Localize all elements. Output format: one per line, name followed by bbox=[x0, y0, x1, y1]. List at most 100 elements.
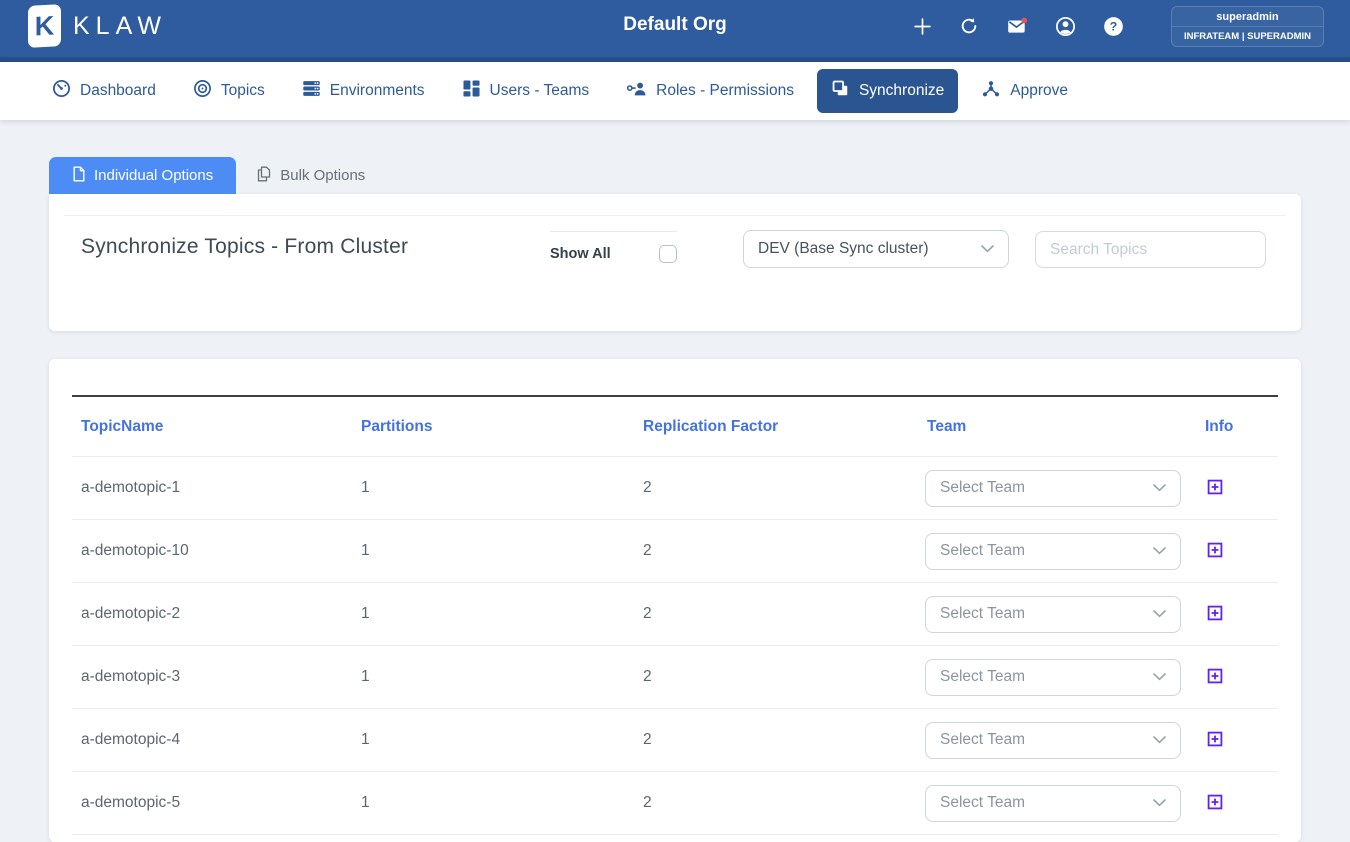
table-row: a-demotopic-3 1 2 Select Team bbox=[72, 646, 1278, 709]
notification-dot bbox=[1021, 18, 1027, 24]
mail-icon[interactable] bbox=[1006, 16, 1028, 36]
add-icon[interactable] bbox=[913, 17, 932, 36]
topic-name-cell: a-demotopic-3 bbox=[72, 668, 361, 686]
menu-label: Synchronize bbox=[859, 82, 944, 100]
topic-name-cell: a-demotopic-10 bbox=[72, 542, 361, 560]
team-select[interactable]: Select Team bbox=[925, 470, 1181, 507]
column-header-info: Info bbox=[1205, 418, 1278, 436]
replication-factor-cell: 2 bbox=[643, 731, 927, 749]
main-content: Individual Options Bulk Options Synchron… bbox=[0, 120, 1350, 842]
tab-bulk-options[interactable]: Bulk Options bbox=[236, 157, 385, 194]
column-header-partitions: Partitions bbox=[361, 418, 643, 436]
menu-item-environments[interactable]: Environments bbox=[288, 69, 439, 113]
add-square-icon[interactable] bbox=[1205, 792, 1225, 812]
profile-icon[interactable] bbox=[1055, 16, 1076, 37]
table-row: a-demotopic-5 1 2 Select Team bbox=[72, 772, 1278, 835]
menu-item-roles-permissions[interactable]: Roles - Permissions bbox=[612, 70, 808, 112]
svg-text:?: ? bbox=[1110, 19, 1117, 33]
team-role: INFRATEAM | SUPERADMIN bbox=[1172, 26, 1323, 46]
menu-item-synchronize[interactable]: Synchronize bbox=[817, 69, 958, 113]
team-select-placeholder: Select Team bbox=[940, 794, 1025, 812]
approve-icon bbox=[981, 80, 1001, 103]
username: superadmin bbox=[1172, 7, 1323, 26]
chevron-down-icon bbox=[1153, 605, 1166, 623]
topics-table-card: TopicName Partitions Replication Factor … bbox=[49, 359, 1301, 842]
team-select[interactable]: Select Team bbox=[925, 659, 1181, 696]
partitions-cell: 1 bbox=[361, 542, 643, 560]
add-square-icon[interactable] bbox=[1205, 666, 1225, 686]
add-square-icon[interactable] bbox=[1205, 603, 1225, 623]
team-select-placeholder: Select Team bbox=[940, 479, 1025, 497]
chevron-down-icon bbox=[981, 240, 994, 258]
dashboard-icon bbox=[52, 79, 71, 103]
chevron-down-icon bbox=[1153, 542, 1166, 560]
chevron-down-icon bbox=[1153, 794, 1166, 812]
document-icon bbox=[72, 166, 86, 186]
tab-label: Bulk Options bbox=[280, 167, 365, 184]
filters-card: Synchronize Topics - From Cluster Show A… bbox=[49, 194, 1301, 331]
add-square-icon[interactable] bbox=[1205, 477, 1225, 497]
top-navbar: K KLAW Default Org bbox=[0, 0, 1350, 62]
add-square-icon[interactable] bbox=[1205, 729, 1225, 749]
menu-label: Roles - Permissions bbox=[656, 82, 794, 100]
team-select-placeholder: Select Team bbox=[940, 668, 1025, 686]
topics-icon bbox=[193, 79, 212, 103]
help-icon[interactable]: ? bbox=[1103, 16, 1124, 37]
cluster-select[interactable]: DEV (Base Sync cluster) bbox=[743, 230, 1009, 268]
team-select-placeholder: Select Team bbox=[940, 542, 1025, 560]
add-square-icon[interactable] bbox=[1205, 540, 1225, 560]
main-menu: Dashboard Topics Environments bbox=[0, 62, 1350, 120]
column-header-replication-factor: Replication Factor bbox=[643, 418, 927, 436]
team-select[interactable]: Select Team bbox=[925, 785, 1181, 822]
brand[interactable]: K KLAW bbox=[28, 5, 167, 47]
topic-name-cell: a-demotopic-1 bbox=[72, 479, 361, 497]
team-select-placeholder: Select Team bbox=[940, 731, 1025, 749]
search-topics-input[interactable] bbox=[1035, 231, 1266, 268]
users-teams-icon bbox=[462, 79, 481, 103]
team-select[interactable]: Select Team bbox=[925, 533, 1181, 570]
synchronize-icon bbox=[831, 79, 850, 103]
user-info-box[interactable]: superadmin INFRATEAM | SUPERADMIN bbox=[1171, 6, 1324, 47]
chevron-down-icon bbox=[1153, 668, 1166, 686]
team-select[interactable]: Select Team bbox=[925, 596, 1181, 633]
roles-permissions-icon bbox=[626, 80, 647, 102]
team-select[interactable]: Select Team bbox=[925, 722, 1181, 759]
menu-item-topics[interactable]: Topics bbox=[179, 69, 279, 113]
top-actions: ? superadmin INFRATEAM | SUPERADMIN bbox=[913, 6, 1324, 47]
show-all-group: Show All bbox=[550, 231, 677, 263]
chevron-down-icon bbox=[1153, 479, 1166, 497]
environments-icon bbox=[302, 79, 321, 103]
column-header-team: Team bbox=[927, 418, 1205, 436]
partitions-cell: 1 bbox=[361, 794, 643, 812]
documents-icon bbox=[256, 166, 272, 186]
menu-label: Approve bbox=[1010, 82, 1068, 100]
replication-factor-cell: 2 bbox=[643, 668, 927, 686]
menu-label: Environments bbox=[330, 82, 425, 100]
partitions-cell: 1 bbox=[361, 605, 643, 623]
topic-name-cell: a-demotopic-4 bbox=[72, 731, 361, 749]
sync-tabs: Individual Options Bulk Options bbox=[49, 157, 1301, 194]
show-all-label: Show All bbox=[550, 246, 611, 262]
partitions-cell: 1 bbox=[361, 668, 643, 686]
partitions-cell: 1 bbox=[361, 479, 643, 497]
table-row: a-demotopic-4 1 2 Select Team bbox=[72, 709, 1278, 772]
tab-individual-options[interactable]: Individual Options bbox=[49, 157, 236, 194]
chevron-down-icon bbox=[1153, 731, 1166, 749]
refresh-icon[interactable] bbox=[959, 16, 979, 36]
klaw-logo-icon: K bbox=[28, 4, 61, 48]
table-row: a-demotopic-10 1 2 Select Team bbox=[72, 520, 1278, 583]
menu-item-dashboard[interactable]: Dashboard bbox=[38, 69, 170, 113]
cluster-select-value: DEV (Base Sync cluster) bbox=[758, 240, 929, 258]
menu-label: Dashboard bbox=[80, 82, 156, 100]
menu-item-users-teams[interactable]: Users - Teams bbox=[448, 69, 604, 113]
brand-name: KLAW bbox=[73, 12, 167, 41]
menu-label: Users - Teams bbox=[490, 82, 590, 100]
table-row: a-demotopic-2 1 2 Select Team bbox=[72, 583, 1278, 646]
replication-factor-cell: 2 bbox=[643, 794, 927, 812]
tab-label: Individual Options bbox=[94, 167, 213, 184]
topic-name-cell: a-demotopic-2 bbox=[72, 605, 361, 623]
show-all-checkbox[interactable] bbox=[659, 245, 677, 263]
page-title: Synchronize Topics - From Cluster bbox=[81, 235, 550, 259]
menu-item-approve[interactable]: Approve bbox=[967, 70, 1082, 113]
column-header-topicname: TopicName bbox=[72, 418, 361, 436]
